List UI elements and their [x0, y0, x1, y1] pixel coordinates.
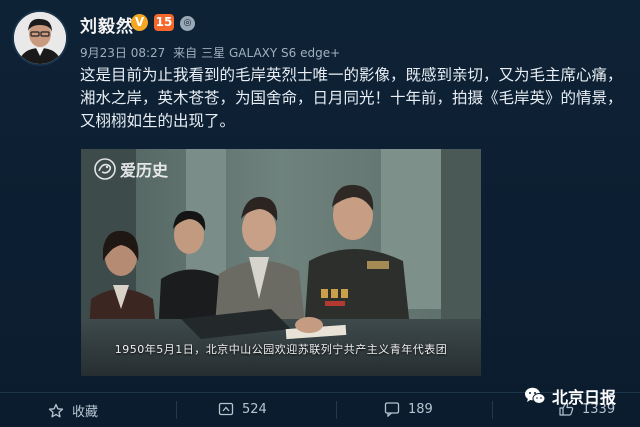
weibo-post-card: 刘毅然 V 15 ◎ 9月23日 08:27 来自 三星 GALAXY S6 ed…	[0, 0, 640, 426]
toolbar-divider	[336, 401, 337, 419]
level-badge-icon[interactable]: 15	[154, 14, 174, 31]
repost-button[interactable]: 524	[218, 401, 267, 417]
channel-logo: 爱历史	[94, 157, 168, 181]
watermark-text: 北京日报	[552, 388, 617, 407]
favorite-label: 收藏	[72, 405, 99, 420]
dragon-logo-icon	[94, 158, 116, 180]
avatar[interactable]	[14, 12, 66, 64]
publisher-watermark: 北京日报	[524, 384, 616, 408]
post-meta: 9月23日 08:27 来自 三星 GALAXY S6 edge+	[80, 44, 344, 61]
wechat-icon	[525, 387, 546, 404]
channel-logo-text: 爱历史	[120, 161, 169, 180]
username[interactable]: 刘毅然	[80, 12, 134, 37]
verified-badge-icon[interactable]: V	[131, 14, 148, 31]
source-prefix: 来自	[173, 46, 198, 60]
favorite-button[interactable]: 收藏	[48, 401, 98, 420]
video-subtitle: 1950年5月1日，北京中山公园欢迎苏联列宁共产主义青年代表团	[114, 343, 448, 356]
avatar-portrait-image	[14, 12, 66, 64]
toolbar-divider	[492, 401, 493, 419]
comment-icon	[384, 402, 400, 417]
repost-count: 524	[242, 401, 267, 417]
medal-badge-icon[interactable]: ◎	[180, 16, 195, 31]
source-device[interactable]: 三星 GALAXY S6 edge+	[201, 46, 340, 60]
post-text: 这是目前为止我看到的毛岸英烈士唯一的影像，既感到亲切，又为毛主席心痛，湘水之岸，…	[80, 66, 623, 130]
post-time[interactable]: 9月23日 08:27	[80, 46, 165, 60]
star-icon	[48, 403, 64, 417]
toolbar-divider	[176, 401, 177, 419]
comment-button[interactable]: 189	[384, 401, 433, 417]
repost-icon	[218, 402, 234, 416]
video-player[interactable]: 爱历史 1950年5月1日，北京中山公园欢迎苏联列宁共产主义青年代表团	[81, 149, 481, 376]
comment-count: 189	[408, 401, 433, 417]
